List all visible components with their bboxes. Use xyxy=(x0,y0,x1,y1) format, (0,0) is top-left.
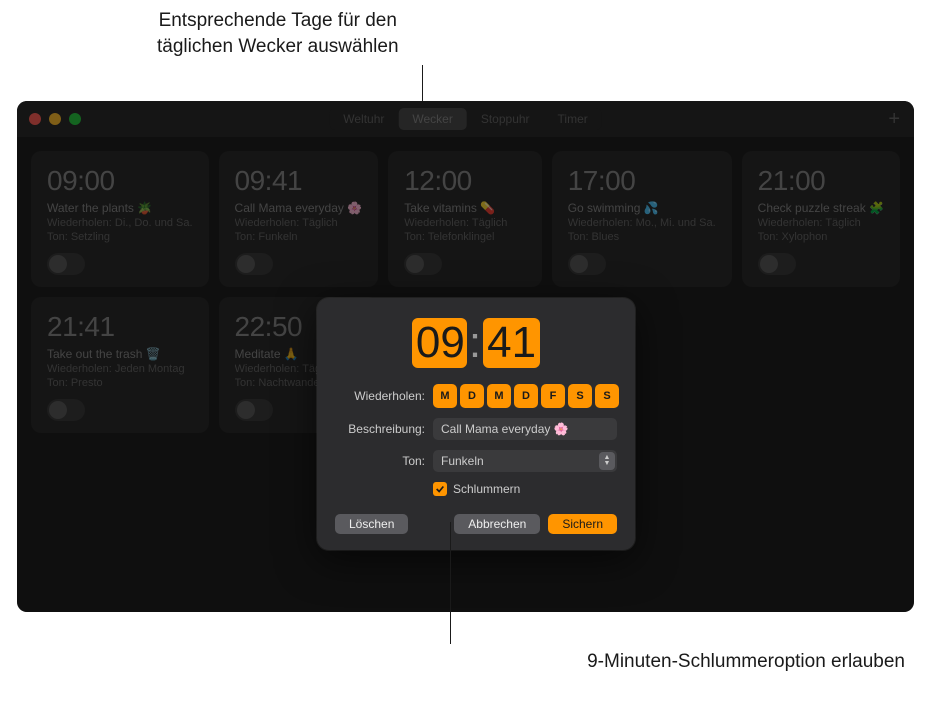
day-selector: M D M D F S S xyxy=(433,384,619,408)
tone-select[interactable]: Funkeln xyxy=(433,450,617,472)
snooze-label: Schlummern xyxy=(453,482,520,496)
save-button[interactable]: Sichern xyxy=(548,514,617,534)
delete-button[interactable]: Löschen xyxy=(335,514,408,534)
edit-alarm-dialog: 09:41 Wiederholen: M D M D F S S Beschre… xyxy=(317,298,635,550)
callout-line xyxy=(450,522,451,644)
day-wed-button[interactable]: M xyxy=(487,384,511,408)
snooze-checkbox[interactable] xyxy=(433,482,447,496)
day-sat-button[interactable]: S xyxy=(568,384,592,408)
day-sun-button[interactable]: S xyxy=(595,384,619,408)
description-input[interactable] xyxy=(433,418,617,440)
day-thu-button[interactable]: D xyxy=(514,384,538,408)
callout-repeat-days: Entsprechende Tage für den täglichen Wec… xyxy=(157,8,399,59)
description-label: Beschreibung: xyxy=(335,422,425,436)
repeat-label: Wiederholen: xyxy=(335,389,425,403)
callout-snooze: 9-Minuten-Schlummeroption erlauben xyxy=(587,649,905,675)
day-fri-button[interactable]: F xyxy=(541,384,565,408)
time-hours-input[interactable]: 09 xyxy=(412,318,467,368)
day-tue-button[interactable]: D xyxy=(460,384,484,408)
cancel-button[interactable]: Abbrechen xyxy=(454,514,540,534)
time-minutes-input[interactable]: 41 xyxy=(483,318,540,368)
clock-app-window: Weltuhr Wecker Stoppuhr Timer + 09:00 Wa… xyxy=(17,101,914,612)
time-colon: : xyxy=(469,318,481,368)
time-picker: 09:41 xyxy=(335,318,617,368)
day-mon-button[interactable]: M xyxy=(433,384,457,408)
tone-label: Ton: xyxy=(335,454,425,468)
